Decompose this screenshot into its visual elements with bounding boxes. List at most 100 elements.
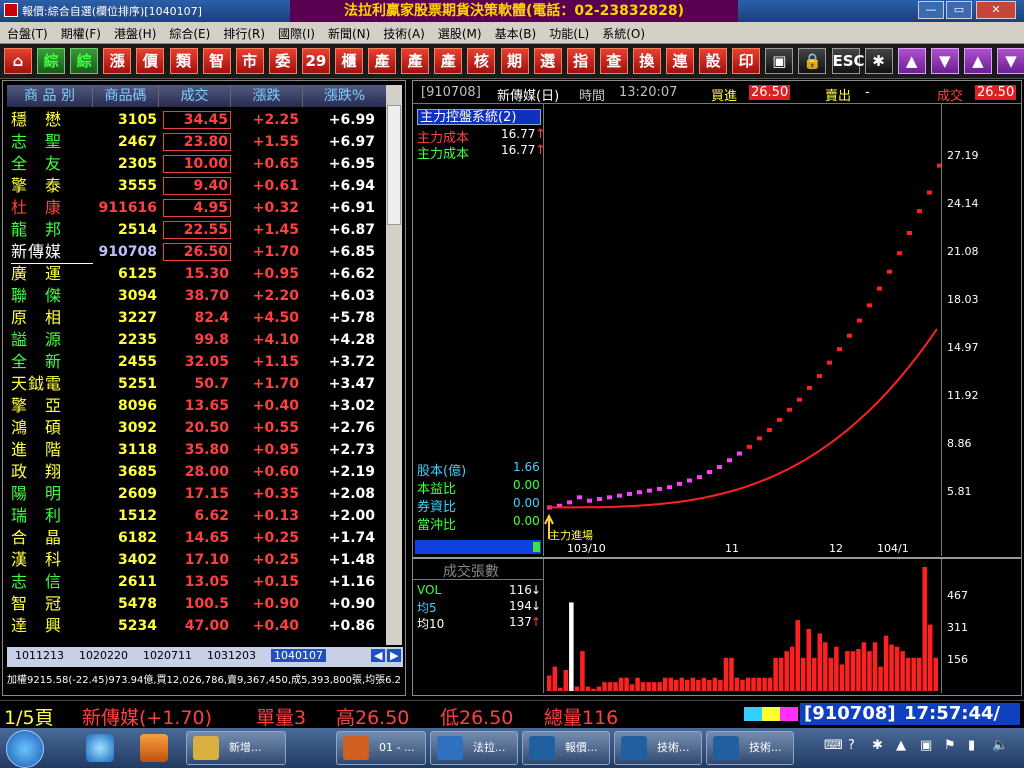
toolbar-button-3[interactable]: 漲: [103, 48, 132, 74]
toolbar-button-16[interactable]: 選: [533, 48, 562, 74]
close-button[interactable]: ✕: [976, 1, 1016, 19]
home-icon[interactable]: ⌂: [4, 48, 32, 74]
table-row[interactable]: 鴻 碩 3092 20.50 +0.55 +2.76: [7, 417, 387, 439]
toolbar-button-7[interactable]: 市: [235, 48, 264, 74]
toolbar-button-15[interactable]: 期: [500, 48, 529, 74]
keyboard-icon[interactable]: ⌨: [824, 738, 843, 753]
toolbar-button-10[interactable]: 櫃: [335, 48, 363, 74]
flag-icon[interactable]: ⚑: [944, 738, 956, 753]
date-tab-1020711[interactable]: 1020711: [143, 649, 192, 662]
table-row[interactable]: 擎 泰 3555 9.40 +0.61 +6.94: [7, 175, 387, 197]
menu-item-10[interactable]: 功能(L): [542, 22, 595, 42]
menu-item-11[interactable]: 系統(O): [595, 22, 651, 42]
volume-icon[interactable]: 🔈: [992, 738, 1008, 753]
toolbar-button-20[interactable]: 連: [666, 48, 694, 74]
table-row[interactable]: 聯 傑 3094 38.70 +2.20 +6.03: [7, 285, 387, 307]
menu-item-3[interactable]: 綜合(E): [162, 22, 216, 42]
date-tab-1020220[interactable]: 1020220: [79, 649, 128, 662]
ie-icon[interactable]: [86, 734, 114, 762]
menu-item-9[interactable]: 基本(B): [488, 22, 543, 42]
table-row[interactable]: 杜 康 911616 4.95 +0.32 +6.91: [7, 197, 387, 219]
system-indicator-label[interactable]: 主力控盤系統(2): [417, 109, 541, 125]
network-icon[interactable]: ▣: [920, 738, 932, 753]
toolbar-button-18[interactable]: 查: [599, 48, 628, 74]
lock-icon[interactable]: 🔒: [798, 48, 827, 74]
toolbar-button-22[interactable]: 印: [732, 48, 761, 74]
table-row[interactable]: 謚 源 2235 99.8 +4.10 +4.28: [7, 329, 387, 351]
taskbar-button-3[interactable]: 報價...: [522, 731, 610, 765]
app-icon[interactable]: [4, 3, 18, 17]
toolbar-button-19[interactable]: 換: [632, 48, 661, 74]
menu-item-6[interactable]: 新聞(N): [321, 22, 376, 42]
menu-item-5[interactable]: 國際(I): [271, 22, 321, 42]
table-row[interactable]: 達 興 5234 47.00 +0.40 +0.86: [7, 615, 387, 637]
table-row[interactable]: 政 翔 3685 28.00 +0.60 +2.19: [7, 461, 387, 483]
toolbar-button-12[interactable]: 產: [401, 48, 430, 74]
table-row[interactable]: 全 新 2455 32.05 +1.15 +3.72: [7, 351, 387, 373]
column-header-change[interactable]: 漲跌: [231, 85, 303, 107]
menu-item-4[interactable]: 排行(R): [216, 22, 271, 42]
maximize-button[interactable]: ▭: [946, 1, 972, 19]
column-header-code[interactable]: 商品碼: [93, 85, 159, 107]
date-tab-1011213[interactable]: 1011213: [15, 649, 64, 662]
media-player-icon[interactable]: [140, 734, 168, 762]
table-row[interactable]: 漢 科 3402 17.10 +0.25 +1.48: [7, 549, 387, 571]
date-tab-1040107[interactable]: 1040107: [271, 649, 326, 662]
table-row[interactable]: 龍 邦 2514 22.55 +1.45 +6.87: [7, 219, 387, 241]
window-icon[interactable]: ▣: [765, 48, 794, 74]
scrollbar-thumb[interactable]: [387, 105, 401, 225]
table-row[interactable]: 陽 明 2609 17.15 +0.35 +2.08: [7, 483, 387, 505]
table-row[interactable]: 合 晶 6182 14.65 +0.25 +1.74: [7, 527, 387, 549]
toolbar-button-9[interactable]: 29: [301, 48, 330, 74]
up-icon[interactable]: ▲: [897, 48, 926, 74]
table-row[interactable]: 穩 懋 3105 34.45 +2.25 +6.99: [7, 109, 387, 131]
toolbar-button-5[interactable]: 類: [169, 48, 198, 74]
table-row[interactable]: 廣 運 6125 15.30 +0.95 +6.62: [7, 263, 387, 285]
settings-icon[interactable]: ✱: [872, 738, 883, 753]
menu-item-0[interactable]: 台盤(T): [0, 22, 54, 42]
table-row[interactable]: 智 冠 5478 100.5 +0.90 +0.90: [7, 593, 387, 615]
page-down-icon[interactable]: ▼: [997, 48, 1024, 74]
column-header-name[interactable]: 商 品 別: [7, 85, 93, 107]
menu-item-1[interactable]: 期權(F): [54, 22, 107, 42]
toolbar-button-8[interactable]: 委: [268, 48, 297, 74]
toolbar-button-11[interactable]: 產: [368, 48, 397, 74]
menu-item-7[interactable]: 技術(A): [376, 22, 431, 42]
taskbar-button-1[interactable]: 01 - ...: [336, 731, 426, 765]
table-row[interactable]: 天鉞電 5251 50.7 +1.70 +3.47: [7, 373, 387, 395]
tab-scroll-right-icon[interactable]: ▶: [387, 649, 402, 662]
table-row[interactable]: 進 階 3118 35.80 +0.95 +2.73: [7, 439, 387, 461]
asterisk-icon[interactable]: ✱: [864, 48, 893, 74]
help-icon[interactable]: ?: [848, 738, 855, 753]
taskbar-button-0[interactable]: 新增...: [186, 731, 286, 765]
taskbar-button-2[interactable]: 法拉...: [430, 731, 518, 765]
tab-scroll-left-icon[interactable]: ◀: [371, 649, 386, 662]
toolbar-button-2[interactable]: 綜: [70, 48, 99, 74]
table-row[interactable]: 志 聖 2467 23.80 +1.55 +6.97: [7, 131, 387, 153]
column-header-price[interactable]: 成交: [159, 85, 231, 107]
down-icon[interactable]: ▼: [930, 48, 959, 74]
table-row[interactable]: 全 友 2305 10.00 +0.65 +6.95: [7, 153, 387, 175]
toolbar-button-6[interactable]: 智: [202, 48, 231, 74]
page-up-icon[interactable]: ▲: [963, 48, 992, 74]
column-header-change-pct[interactable]: 漲跌%: [303, 85, 387, 107]
tray-arrow-icon[interactable]: ▲: [896, 738, 906, 753]
date-tab-1031203[interactable]: 1031203: [207, 649, 256, 662]
signal-icon[interactable]: ▮: [968, 738, 975, 753]
quote-scrollbar[interactable]: [386, 85, 402, 645]
table-row[interactable]: 擎 亞 8096 13.65 +0.40 +3.02: [7, 395, 387, 417]
menu-item-2[interactable]: 港盤(H): [107, 22, 162, 42]
taskbar-button-5[interactable]: 技術...: [706, 731, 794, 765]
toolbar-button-1[interactable]: 綜: [37, 48, 66, 74]
table-row[interactable]: 瑞 利 1512 6.62 +0.13 +2.00: [7, 505, 387, 527]
toolbar-button-13[interactable]: 產: [434, 48, 463, 74]
menu-item-8[interactable]: 選股(M): [431, 22, 488, 42]
start-button[interactable]: [6, 730, 44, 768]
toolbar-button-17[interactable]: 指: [566, 48, 595, 74]
taskbar-button-4[interactable]: 技術...: [614, 731, 702, 765]
table-row[interactable]: 原 相 3227 82.4 +4.50 +5.78: [7, 307, 387, 329]
toolbar-button-4[interactable]: 價: [136, 48, 165, 74]
toolbar-button-14[interactable]: 核: [467, 48, 496, 74]
table-row[interactable]: 志 信 2611 13.05 +0.15 +1.16: [7, 571, 387, 593]
escape-icon[interactable]: ESC: [831, 48, 865, 74]
